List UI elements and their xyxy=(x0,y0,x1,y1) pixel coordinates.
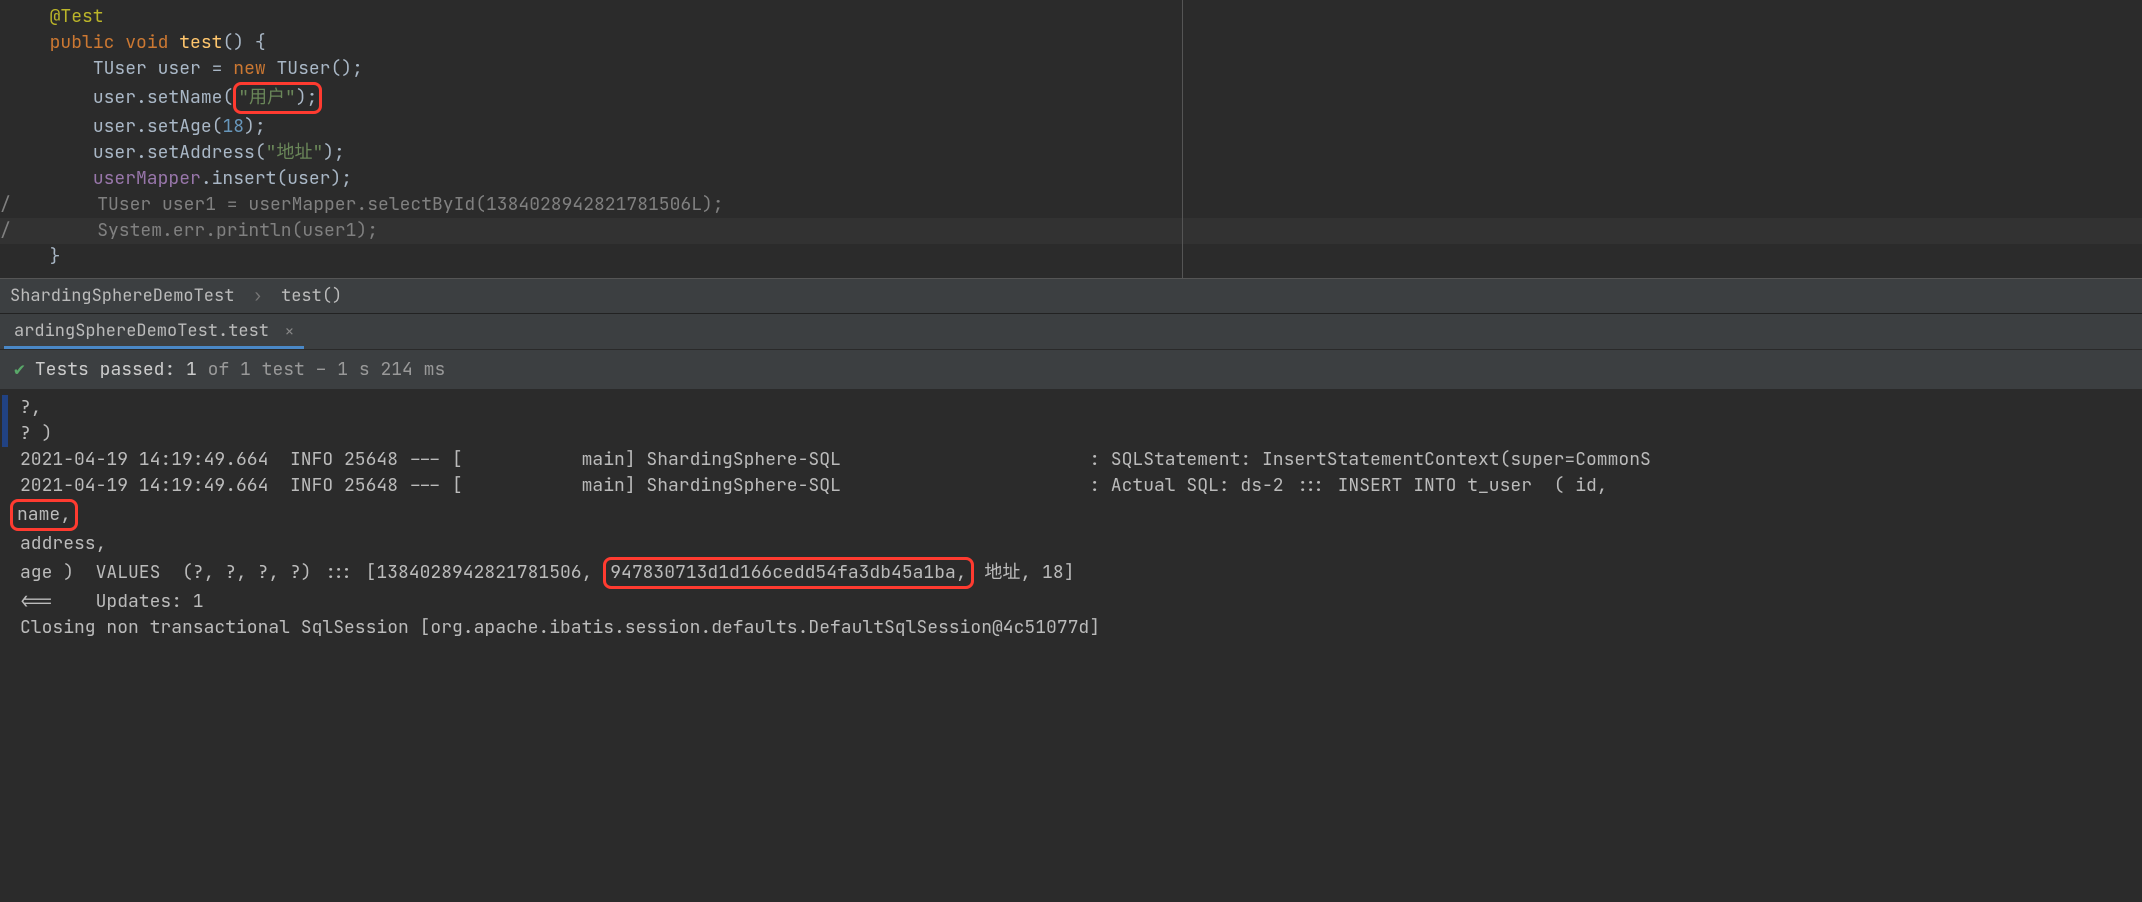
console-line: ?, xyxy=(0,395,2142,421)
console-line: name, xyxy=(0,499,2142,531)
code-line: } xyxy=(0,244,2142,270)
console-line: ? ) xyxy=(0,421,2142,447)
highlight-box-setname-arg: "用户"); xyxy=(233,82,322,114)
annotation: @Test xyxy=(50,5,104,28)
code-editor[interactable]: @Test public void test() { TUser user = … xyxy=(0,0,2142,278)
chevron-right-icon: › xyxy=(253,285,263,307)
console-line: 2021-04-19 14:19:49.664 INFO 25648 --- [… xyxy=(0,447,2142,473)
right-margin-guide xyxy=(1182,0,1183,278)
check-icon: ✔ xyxy=(14,358,25,381)
highlight-box-hash: 947830713d1d166cedd54fa3db45a1ba, xyxy=(603,557,973,589)
tab-label: ardingSphereDemoTest.test xyxy=(14,320,269,342)
code-line: user.setName("用户"); xyxy=(0,82,2142,114)
code-line: user.setAge(18); xyxy=(0,114,2142,140)
code-line: userMapper.insert(user); xyxy=(0,166,2142,192)
selection-mark xyxy=(2,395,8,447)
code-line: @Test xyxy=(0,4,2142,30)
console-line: <== Updates: 1 xyxy=(0,589,2142,615)
breadcrumb-item[interactable]: ShardingSphereDemoTest xyxy=(10,285,234,307)
commented-code: / TUser user1 = userMapper.selectById(13… xyxy=(0,192,2142,218)
console-line: address, xyxy=(0,531,2142,557)
console-line: 2021-04-19 14:19:49.664 INFO 25648 --- [… xyxy=(0,473,2142,499)
code-line: user.setAddress("地址"); xyxy=(0,140,2142,166)
test-status-bar: ✔ Tests passed: 1 of 1 test – 1 s 214 ms xyxy=(0,349,2142,389)
highlight-box-name: name, xyxy=(10,499,78,531)
console-line: Closing non transactional SqlSession [or… xyxy=(0,615,2142,641)
run-tabs: ardingSphereDemoTest.test ✕ xyxy=(0,314,2142,349)
breadcrumb[interactable]: ShardingSphereDemoTest › test() xyxy=(0,278,2142,314)
code-line: public void test() { xyxy=(0,30,2142,56)
code-line: TUser user = new TUser(); xyxy=(0,56,2142,82)
breadcrumb-item[interactable]: test() xyxy=(281,285,342,307)
tab-test-run[interactable]: ardingSphereDemoTest.test ✕ xyxy=(4,314,304,349)
tests-passed-label: Tests passed xyxy=(35,358,165,381)
console-line: age ) VALUES (?, ?, ?, ?) ::: [138402894… xyxy=(0,557,2142,589)
commented-code: / System.err.println(user1); xyxy=(0,218,2142,244)
close-icon[interactable]: ✕ xyxy=(285,323,293,341)
console-output[interactable]: ?, ? ) 2021-04-19 14:19:49.664 INFO 2564… xyxy=(0,389,2142,653)
